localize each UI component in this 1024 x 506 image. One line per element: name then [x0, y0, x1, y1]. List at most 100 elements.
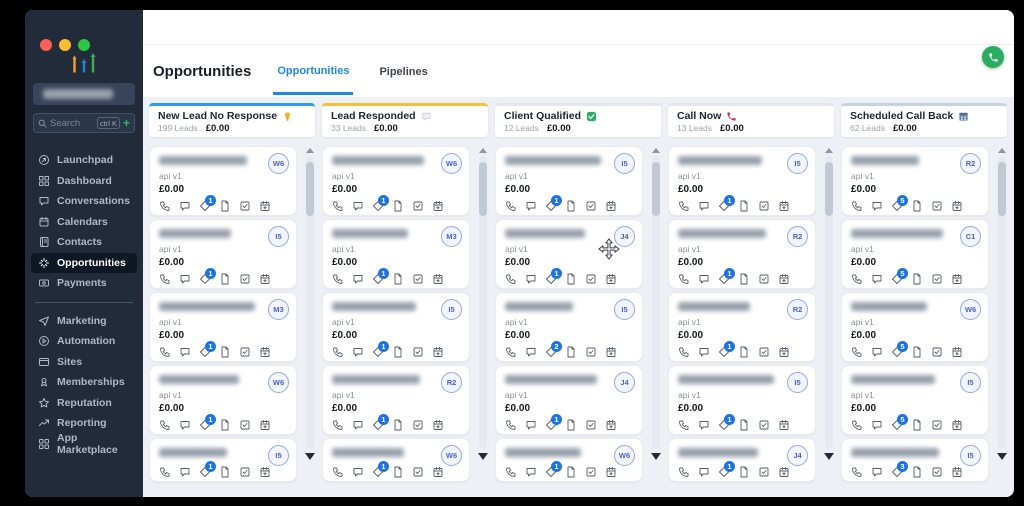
- phone-icon[interactable]: [851, 273, 863, 285]
- sidebar-item-launchpad[interactable]: Launchpad: [31, 150, 137, 171]
- opportunity-card[interactable]: I51: [149, 438, 297, 482]
- calendar-plus-icon[interactable]: [951, 346, 963, 358]
- contact-avatar[interactable]: W6: [614, 445, 635, 466]
- opportunity-card[interactable]: J4api v1£0.001: [495, 365, 643, 435]
- close-window-button[interactable]: [40, 39, 52, 51]
- phone-icon[interactable]: [505, 466, 517, 478]
- calendar-plus-icon[interactable]: [951, 273, 963, 285]
- tag-icon[interactable]: 1: [372, 346, 384, 358]
- stage-header[interactable]: New Lead No Response199 Leads£0.00: [149, 103, 315, 137]
- tag-icon[interactable]: 1: [199, 466, 211, 478]
- calendar-plus-icon[interactable]: [778, 273, 790, 285]
- check-square-icon[interactable]: [931, 346, 943, 358]
- scroll-down-icon[interactable]: [478, 453, 488, 460]
- tag-icon[interactable]: 1: [718, 466, 730, 478]
- phone-icon[interactable]: [678, 200, 690, 212]
- calendar-plus-icon[interactable]: [259, 346, 271, 358]
- file-icon[interactable]: [219, 419, 231, 431]
- contact-avatar[interactable]: I5: [960, 445, 981, 466]
- phone-icon[interactable]: [505, 419, 517, 431]
- phone-icon[interactable]: [332, 200, 344, 212]
- check-square-icon[interactable]: [412, 466, 424, 478]
- calendar-plus-icon[interactable]: [432, 273, 444, 285]
- sidebar-item-automation[interactable]: Automation: [31, 331, 137, 352]
- file-icon[interactable]: [911, 419, 923, 431]
- tag-icon[interactable]: 5: [891, 346, 903, 358]
- file-icon[interactable]: [738, 346, 750, 358]
- message-icon[interactable]: [352, 346, 364, 358]
- calendar-plus-icon[interactable]: [605, 273, 617, 285]
- sidebar-item-opportunities[interactable]: Opportunities: [31, 253, 137, 274]
- check-square-icon[interactable]: [585, 466, 597, 478]
- contact-avatar[interactable]: I5: [614, 299, 635, 320]
- phone-icon[interactable]: [851, 200, 863, 212]
- sidebar-item-dashboard[interactable]: Dashboard: [31, 171, 137, 192]
- tag-icon[interactable]: 2: [545, 346, 557, 358]
- sidebar-search[interactable]: Search ctrl K +: [33, 113, 135, 133]
- file-icon[interactable]: [392, 346, 404, 358]
- check-square-icon[interactable]: [931, 200, 943, 212]
- message-icon[interactable]: [698, 273, 710, 285]
- tab-pipelines[interactable]: Pipelines: [375, 49, 431, 93]
- phone-icon[interactable]: [159, 419, 171, 431]
- opportunity-card[interactable]: W6api v1£0.005: [841, 292, 989, 362]
- tag-icon[interactable]: 1: [199, 273, 211, 285]
- tag-icon[interactable]: 1: [718, 273, 730, 285]
- column-scrollbar[interactable]: [997, 148, 1007, 460]
- calendar-plus-icon[interactable]: [605, 346, 617, 358]
- file-icon[interactable]: [911, 346, 923, 358]
- tag-icon[interactable]: 1: [372, 273, 384, 285]
- call-fab-button[interactable]: [982, 46, 1004, 68]
- check-square-icon[interactable]: [758, 273, 770, 285]
- message-icon[interactable]: [698, 466, 710, 478]
- message-icon[interactable]: [698, 200, 710, 212]
- message-icon[interactable]: [179, 200, 191, 212]
- scroll-down-icon[interactable]: [824, 453, 834, 460]
- tag-icon[interactable]: 1: [718, 419, 730, 431]
- phone-icon[interactable]: [332, 346, 344, 358]
- column-scrollbar[interactable]: [478, 148, 488, 460]
- message-icon[interactable]: [871, 200, 883, 212]
- check-square-icon[interactable]: [758, 346, 770, 358]
- tag-icon[interactable]: 1: [372, 200, 384, 212]
- check-square-icon[interactable]: [239, 200, 251, 212]
- contact-avatar[interactable]: R2: [787, 226, 808, 247]
- contact-avatar[interactable]: R2: [787, 299, 808, 320]
- scrollbar-track[interactable]: [825, 156, 833, 449]
- message-icon[interactable]: [698, 346, 710, 358]
- phone-icon[interactable]: [159, 346, 171, 358]
- scroll-down-icon[interactable]: [305, 453, 315, 460]
- message-icon[interactable]: [179, 346, 191, 358]
- scrollbar-thumb[interactable]: [479, 162, 487, 216]
- calendar-plus-icon[interactable]: [605, 419, 617, 431]
- phone-icon[interactable]: [332, 466, 344, 478]
- message-icon[interactable]: [179, 466, 191, 478]
- check-square-icon[interactable]: [758, 419, 770, 431]
- contact-avatar[interactable]: I5: [787, 153, 808, 174]
- file-icon[interactable]: [565, 419, 577, 431]
- check-square-icon[interactable]: [585, 200, 597, 212]
- column-scrollbar[interactable]: [824, 148, 834, 460]
- phone-icon[interactable]: [505, 200, 517, 212]
- opportunity-card[interactable]: I5api v1£0.001: [322, 292, 470, 362]
- tag-icon[interactable]: 1: [372, 419, 384, 431]
- quick-add-button[interactable]: +: [123, 117, 130, 129]
- check-square-icon[interactable]: [758, 466, 770, 478]
- contact-avatar[interactable]: W6: [441, 153, 462, 174]
- tag-icon[interactable]: 1: [545, 273, 557, 285]
- contact-avatar[interactable]: M3: [441, 226, 462, 247]
- calendar-plus-icon[interactable]: [778, 419, 790, 431]
- opportunity-card[interactable]: M3api v1£0.001: [322, 219, 470, 289]
- message-icon[interactable]: [871, 419, 883, 431]
- check-square-icon[interactable]: [239, 346, 251, 358]
- contact-avatar[interactable]: W6: [960, 299, 981, 320]
- sidebar-item-contacts[interactable]: Contacts: [31, 232, 137, 253]
- file-icon[interactable]: [565, 273, 577, 285]
- contact-avatar[interactable]: I5: [268, 226, 289, 247]
- message-icon[interactable]: [352, 200, 364, 212]
- file-icon[interactable]: [565, 346, 577, 358]
- scrollbar-thumb[interactable]: [652, 162, 660, 216]
- file-icon[interactable]: [219, 346, 231, 358]
- sidebar-item-reporting[interactable]: Reporting: [31, 413, 137, 434]
- account-switcher[interactable]: [33, 83, 135, 105]
